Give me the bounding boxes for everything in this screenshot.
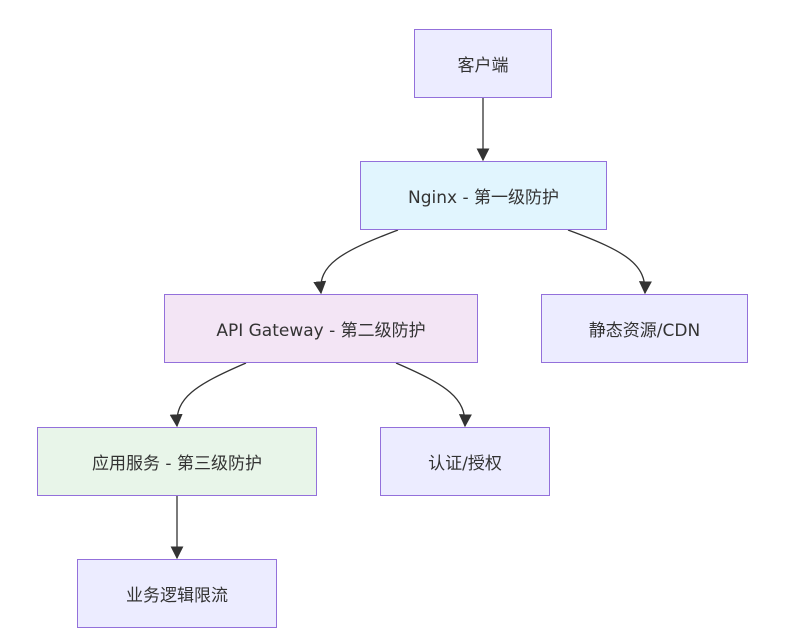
nginx-node: Nginx - 第一级防护 [360,161,607,230]
diagram-canvas: 客户端 Nginx - 第一级防护 API Gateway - 第二级防护 静态… [0,0,797,640]
client-node: 客户端 [414,29,552,98]
auth-node: 认证/授权 [380,427,550,496]
edge-gateway-to-service [169,362,247,428]
api-gateway-node-label: API Gateway - 第二级防护 [216,321,426,341]
business-rate-limit-node-label: 业务逻辑限流 [126,586,228,606]
auth-node-label: 认证/授权 [428,454,502,474]
client-node-label: 客户端 [457,56,509,76]
app-service-node: 应用服务 - 第三级防护 [37,427,317,496]
business-rate-limit-node: 业务逻辑限流 [77,559,277,628]
edge-gateway-to-auth [395,362,472,428]
api-gateway-node: API Gateway - 第二级防护 [164,294,478,363]
edge-nginx-to-static [567,229,652,295]
app-service-node-label: 应用服务 - 第三级防护 [92,454,262,474]
edge-nginx-to-gateway [313,229,399,295]
nginx-node-label: Nginx - 第一级防护 [407,188,559,208]
static-cdn-node-label: 静态资源/CDN [588,321,701,341]
static-cdn-node: 静态资源/CDN [541,294,748,363]
